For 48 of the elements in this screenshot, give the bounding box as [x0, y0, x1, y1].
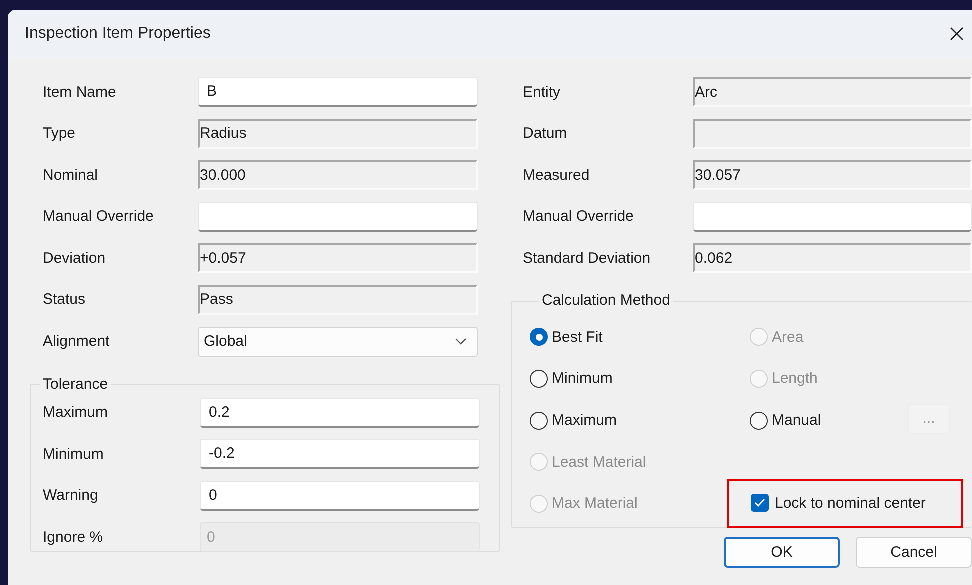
- input-field[interactable]: [693, 202, 972, 232]
- field-label: Warning: [43, 487, 100, 504]
- field-label: Type: [43, 125, 77, 142]
- readonly-field: 0.062: [693, 243, 972, 274]
- field-label: Item Name: [43, 84, 118, 100]
- field-label: Maximum: [43, 404, 110, 422]
- radio-button[interactable]: [530, 412, 548, 430]
- readonly-field: 30.057: [693, 160, 972, 190]
- field-label: Ignore %: [43, 528, 104, 546]
- checkbox[interactable]: [751, 494, 769, 512]
- readonly-field: Arc: [693, 77, 972, 107]
- input-field[interactable]: 0: [200, 480, 480, 511]
- input-field[interactable]: -0.2: [200, 439, 480, 470]
- field-label: Nominal: [43, 166, 100, 184]
- group-title: Tolerance: [42, 376, 110, 394]
- chevron-down-icon: [455, 338, 467, 346]
- checkmark-icon: [754, 498, 766, 508]
- field-label: Entity: [523, 84, 562, 100]
- dialog-button[interactable]: OK: [724, 537, 840, 568]
- radio-option[interactable]: Manual: [750, 412, 822, 430]
- field-label: Manual Override: [43, 208, 155, 226]
- field-label: Manual Override: [523, 208, 635, 226]
- readonly-field: Radius: [198, 118, 478, 149]
- close-icon[interactable]: [950, 27, 964, 41]
- checkbox-option[interactable]: Lock to nominal center: [751, 494, 926, 512]
- readonly-field: Pass: [198, 284, 478, 315]
- field-label: Measured: [523, 166, 591, 184]
- field-label: Deviation: [43, 250, 107, 267]
- readonly-field: +0.057: [198, 243, 478, 274]
- input-field[interactable]: 0.2: [200, 398, 480, 428]
- field-label: Minimum: [43, 446, 105, 463]
- radio-option[interactable]: Best Fit: [530, 328, 603, 346]
- dropdown[interactable]: Global: [198, 326, 478, 357]
- input-field[interactable]: B: [198, 77, 478, 107]
- window-title: Inspection Item Properties: [25, 25, 212, 43]
- input-field[interactable]: [198, 202, 478, 232]
- group-title: Calculation Method: [541, 292, 672, 310]
- field-label: Standard Deviation: [523, 250, 652, 267]
- field-label: Alignment: [43, 333, 111, 350]
- field-label: Status: [43, 291, 87, 308]
- radio-option[interactable]: Minimum: [530, 370, 613, 388]
- radio-button[interactable]: [530, 370, 548, 388]
- radio-option[interactable]: Maximum: [530, 412, 618, 430]
- dialog-button[interactable]: Cancel: [856, 537, 972, 568]
- field-label: Datum: [523, 125, 568, 142]
- radio-button[interactable]: [750, 412, 768, 430]
- readonly-field: 30.000: [198, 160, 478, 190]
- radio-button[interactable]: [530, 328, 548, 346]
